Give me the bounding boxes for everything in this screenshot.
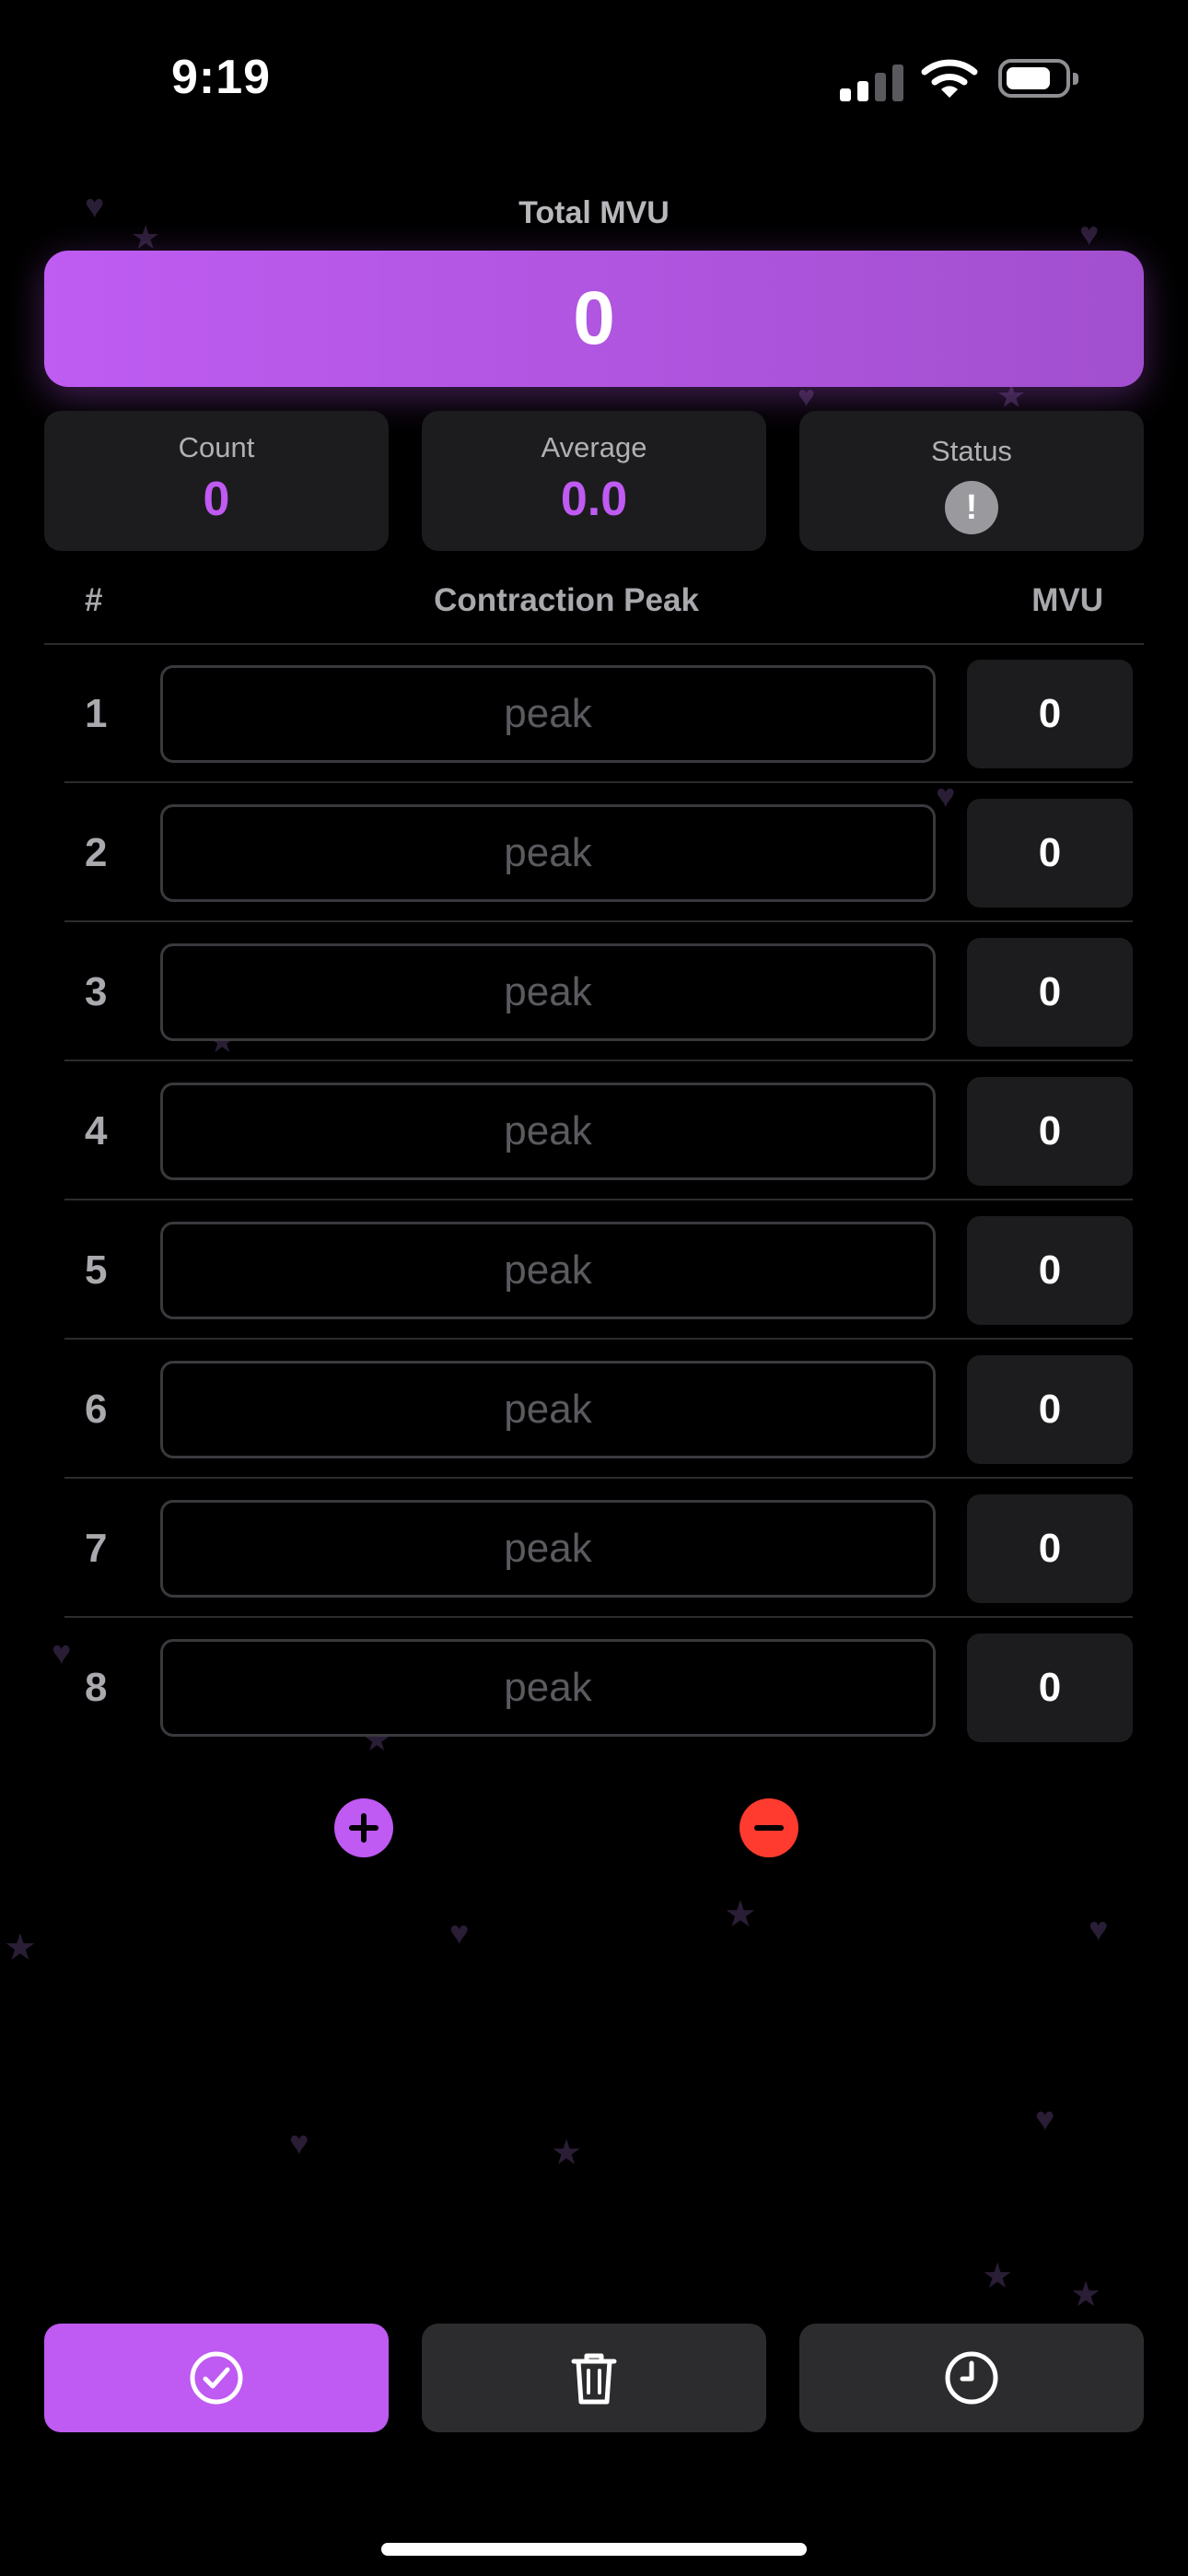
star-icon: ★ [982, 2257, 1014, 2296]
mvu-value: 0 [967, 938, 1133, 1047]
peak-input[interactable] [160, 804, 936, 902]
peak-input[interactable] [160, 665, 936, 763]
column-header-mvu: MVU [1031, 582, 1103, 618]
peak-input[interactable] [160, 1361, 936, 1458]
exclamation-circle-icon: ! [945, 481, 998, 534]
checkmark-circle-icon [190, 2351, 243, 2405]
average-label: Average [541, 431, 647, 463]
total-mvu-label: Total MVU [518, 195, 670, 230]
table-row: 2 0 [64, 784, 1133, 922]
row-divider [64, 781, 1133, 783]
minus-icon [754, 1825, 784, 1831]
mvu-value: 0 [967, 1216, 1133, 1325]
delete-button[interactable] [422, 2324, 766, 2432]
mvu-value: 0 [967, 1355, 1133, 1464]
table-header: # Contraction Peak MVU [44, 573, 1144, 645]
battery-icon [998, 59, 1078, 98]
trash-icon [571, 2353, 617, 2405]
peak-input[interactable] [160, 1083, 936, 1180]
history-button[interactable] [799, 2324, 1144, 2432]
plus-icon [349, 1813, 379, 1843]
row-divider [64, 1199, 1133, 1200]
table-row: 4 0 [64, 1062, 1133, 1200]
row-index: 5 [85, 1247, 108, 1293]
add-row-button[interactable] [334, 1798, 393, 1857]
heart-icon: ♥ [289, 2124, 309, 2161]
status-bar: 9:19 [0, 0, 1188, 157]
star-icon: ★ [551, 2134, 583, 2172]
row-divider [64, 920, 1133, 922]
status-card: Status ! [799, 411, 1144, 551]
average-value: 0.0 [560, 473, 628, 526]
heart-icon: ♥ [1035, 2100, 1055, 2137]
table-row: 6 0 [64, 1341, 1133, 1479]
row-index: 7 [85, 1526, 108, 1571]
heart-icon: ♥ [449, 1914, 470, 1951]
peak-input[interactable] [160, 1222, 936, 1319]
table-row: 3 0 [64, 923, 1133, 1061]
wifi-icon [921, 59, 978, 98]
row-index: 2 [85, 830, 108, 875]
confirm-button[interactable] [44, 2324, 389, 2432]
mvu-value: 0 [967, 1077, 1133, 1186]
home-indicator [381, 2543, 807, 2556]
mvu-value: 0 [967, 1633, 1133, 1742]
cellular-signal-icon [840, 61, 904, 101]
star-icon: ★ [1070, 2276, 1102, 2314]
average-card: Average 0.0 [422, 411, 766, 551]
row-index: 4 [85, 1108, 108, 1153]
peak-input[interactable] [160, 1500, 936, 1598]
total-mvu-value: 0 [44, 251, 1144, 387]
count-value: 0 [203, 473, 230, 526]
row-index: 6 [85, 1387, 108, 1432]
row-index: 1 [85, 691, 108, 736]
row-divider [64, 1616, 1133, 1618]
count-card: Count 0 [44, 411, 389, 551]
row-divider [64, 1477, 1133, 1479]
star-icon: ★ [4, 1927, 37, 1968]
peak-input[interactable] [160, 943, 936, 1041]
table-row: 7 0 [64, 1480, 1133, 1618]
table-row: 1 0 [64, 645, 1133, 783]
mvu-value: 0 [967, 660, 1133, 768]
clock-icon [945, 2351, 998, 2405]
mvu-value: 0 [967, 1494, 1133, 1603]
status-time: 9:19 [171, 51, 272, 104]
table-row: 5 0 [64, 1201, 1133, 1340]
peak-input[interactable] [160, 1639, 936, 1737]
status-label: Status [931, 435, 1012, 467]
row-index: 8 [85, 1665, 108, 1710]
battery-level [1007, 67, 1050, 89]
remove-row-button[interactable] [740, 1798, 798, 1857]
row-divider [64, 1338, 1133, 1340]
row-divider [64, 1060, 1133, 1061]
column-header-peak: Contraction Peak [434, 582, 699, 618]
row-index: 3 [85, 969, 108, 1014]
table-row: 8 0 [64, 1619, 1133, 1757]
heart-icon: ♥ [1089, 1910, 1109, 1948]
count-label: Count [178, 431, 255, 463]
star-icon: ★ [724, 1894, 757, 1935]
mvu-value: 0 [967, 799, 1133, 907]
